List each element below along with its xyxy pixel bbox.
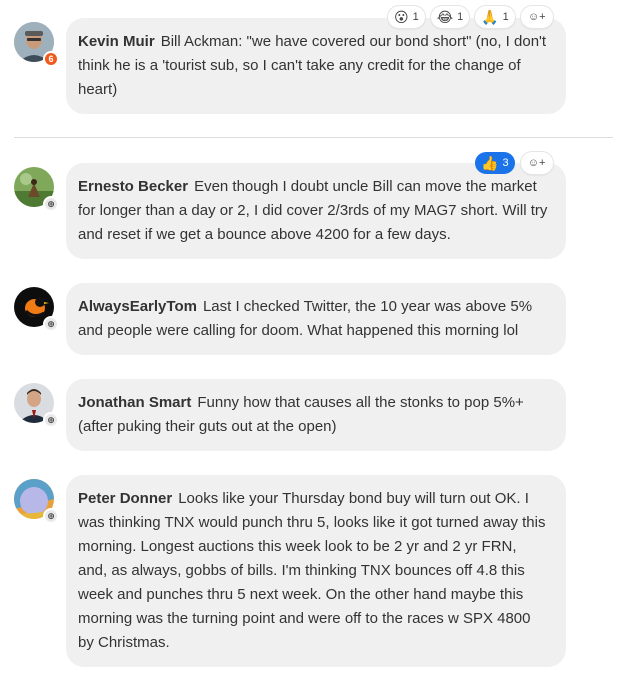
reaction-surprised[interactable]: 😮 1: [388, 6, 425, 28]
comment-author[interactable]: Peter Donner: [78, 490, 172, 507]
reaction-bar: 😮 1 😂 1 🙏 1 ☺+: [388, 6, 553, 28]
comment-bubble: Peter Donner Looks like your Thursday bon…: [66, 475, 566, 667]
reaction-count: 3: [502, 157, 509, 169]
comment-author[interactable]: Kevin Muir: [78, 33, 155, 50]
reaction-count: 1: [457, 11, 464, 23]
comment-bubble: Ernesto Becker Even though I doubt uncle …: [66, 163, 566, 259]
avatar[interactable]: ⊕: [14, 383, 59, 428]
comment-bubble: Kevin Muir Bill Ackman: "we have covered …: [66, 18, 566, 114]
avatar[interactable]: ⊕: [14, 479, 59, 524]
member-badge: ⊕: [43, 196, 59, 212]
add-reaction-button[interactable]: ☺+: [520, 152, 553, 174]
add-reaction-icon: ☺+: [527, 11, 546, 23]
comment-author[interactable]: Ernesto Becker: [78, 178, 188, 195]
reaction-laugh[interactable]: 😂 1: [430, 6, 470, 28]
comment-bubble: Jonathan Smart Funny how that causes all …: [66, 379, 566, 451]
member-badge: ⊕: [43, 412, 59, 428]
surprised-icon: 😮: [394, 9, 409, 25]
admin-badge: 6: [43, 51, 59, 67]
add-reaction-icon: ☺+: [527, 157, 546, 169]
comment-bubble: AlwaysEarlyTom Last I checked Twitter, th…: [66, 283, 566, 355]
reaction-bar: 👍 3 ☺+: [475, 152, 553, 174]
comment-author[interactable]: AlwaysEarlyTom: [78, 298, 197, 315]
reaction-pray[interactable]: 🙏 1: [475, 6, 515, 28]
member-badge: ⊕: [43, 508, 59, 524]
laugh-icon: 😂: [436, 9, 454, 25]
reaction-count: 1: [412, 11, 419, 23]
avatar[interactable]: 6: [14, 22, 59, 67]
avatar[interactable]: ⊕: [14, 287, 59, 332]
member-badge: ⊕: [43, 316, 59, 332]
thumbs-up-icon: 👍: [481, 155, 499, 171]
thread-divider: [14, 137, 613, 138]
add-reaction-button[interactable]: ☺+: [520, 6, 553, 28]
reaction-count: 1: [502, 11, 509, 23]
comment-author[interactable]: Jonathan Smart: [78, 394, 191, 411]
avatar[interactable]: ⊕: [14, 167, 59, 212]
comment-text: Looks like your Thursday bond buy will t…: [78, 490, 546, 651]
reaction-thumbs-up[interactable]: 👍 3: [475, 152, 515, 174]
pray-icon: 🙏: [481, 9, 499, 25]
